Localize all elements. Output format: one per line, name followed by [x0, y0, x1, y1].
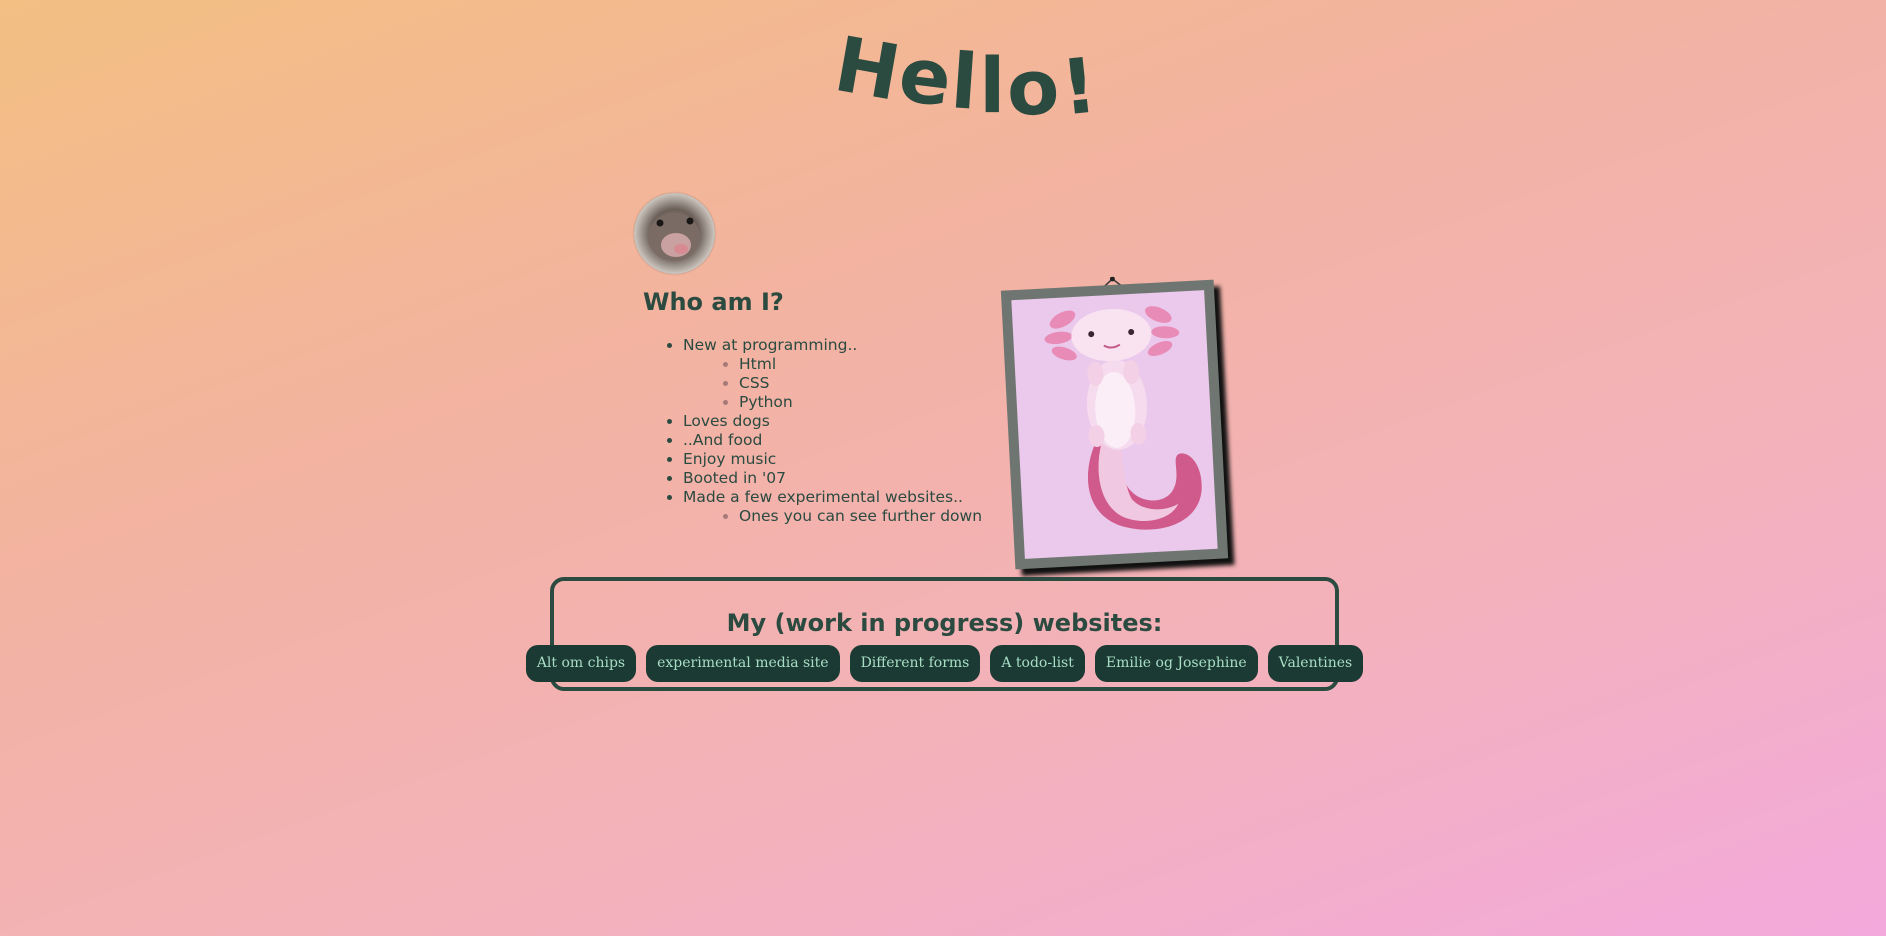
project-link-different-forms[interactable]: Different forms	[849, 645, 981, 682]
title-letter: l	[979, 41, 1007, 130]
projects-heading: My (work in progress) websites:	[726, 609, 1163, 637]
about-heading: Who am I?	[643, 288, 784, 316]
sub-list: Html CSS Python	[683, 355, 1003, 412]
list-item: New at programming.. Html CSS Python	[683, 336, 1003, 412]
title-letter: !	[1056, 40, 1102, 133]
picture-frame	[1000, 279, 1229, 570]
page-title: H e l l o !	[828, 19, 1101, 133]
framed-picture	[1000, 276, 1229, 570]
ferret-avatar-image	[634, 193, 715, 274]
title-letter: o	[1004, 41, 1063, 134]
project-link-experimental-media-site[interactable]: experimental media site	[646, 645, 840, 682]
list-item: ..And food	[683, 431, 1003, 450]
projects-links: Alt om chips experimental media site Dif…	[525, 645, 1364, 682]
list-item-label: Made a few experimental websites..	[683, 488, 963, 506]
project-link-todo-list[interactable]: A todo-list	[990, 645, 1085, 682]
sub-list: Ones you can see further down	[683, 507, 1003, 526]
axolotl-picture	[1011, 290, 1218, 559]
title-letter: l	[948, 36, 982, 127]
about-section: Who am I? New at programming.. Html CSS …	[643, 288, 1003, 526]
project-link-emilie-og-josephine[interactable]: Emilie og Josephine	[1094, 645, 1258, 682]
projects-section: My (work in progress) websites: Alt om c…	[525, 577, 1364, 691]
list-item: Booted in '07	[683, 469, 1003, 488]
list-item: CSS	[739, 374, 1003, 393]
list-item-label: New at programming..	[683, 336, 858, 354]
list-item: Html	[739, 355, 1003, 374]
list-item: Python	[739, 393, 1003, 412]
list-item: Made a few experimental websites.. Ones …	[683, 488, 1003, 526]
list-item: Loves dogs	[683, 412, 1003, 431]
axolotl-illustration	[1044, 306, 1202, 530]
avatar	[634, 193, 715, 274]
list-item: Enjoy music	[683, 450, 1003, 469]
project-link-alt-om-chips[interactable]: Alt om chips	[525, 645, 637, 682]
title-letter: e	[893, 29, 957, 124]
about-list: New at programming.. Html CSS Python Lov…	[643, 336, 1003, 526]
list-item: Ones you can see further down	[739, 507, 1003, 526]
project-link-valentines[interactable]: Valentines	[1267, 645, 1364, 682]
